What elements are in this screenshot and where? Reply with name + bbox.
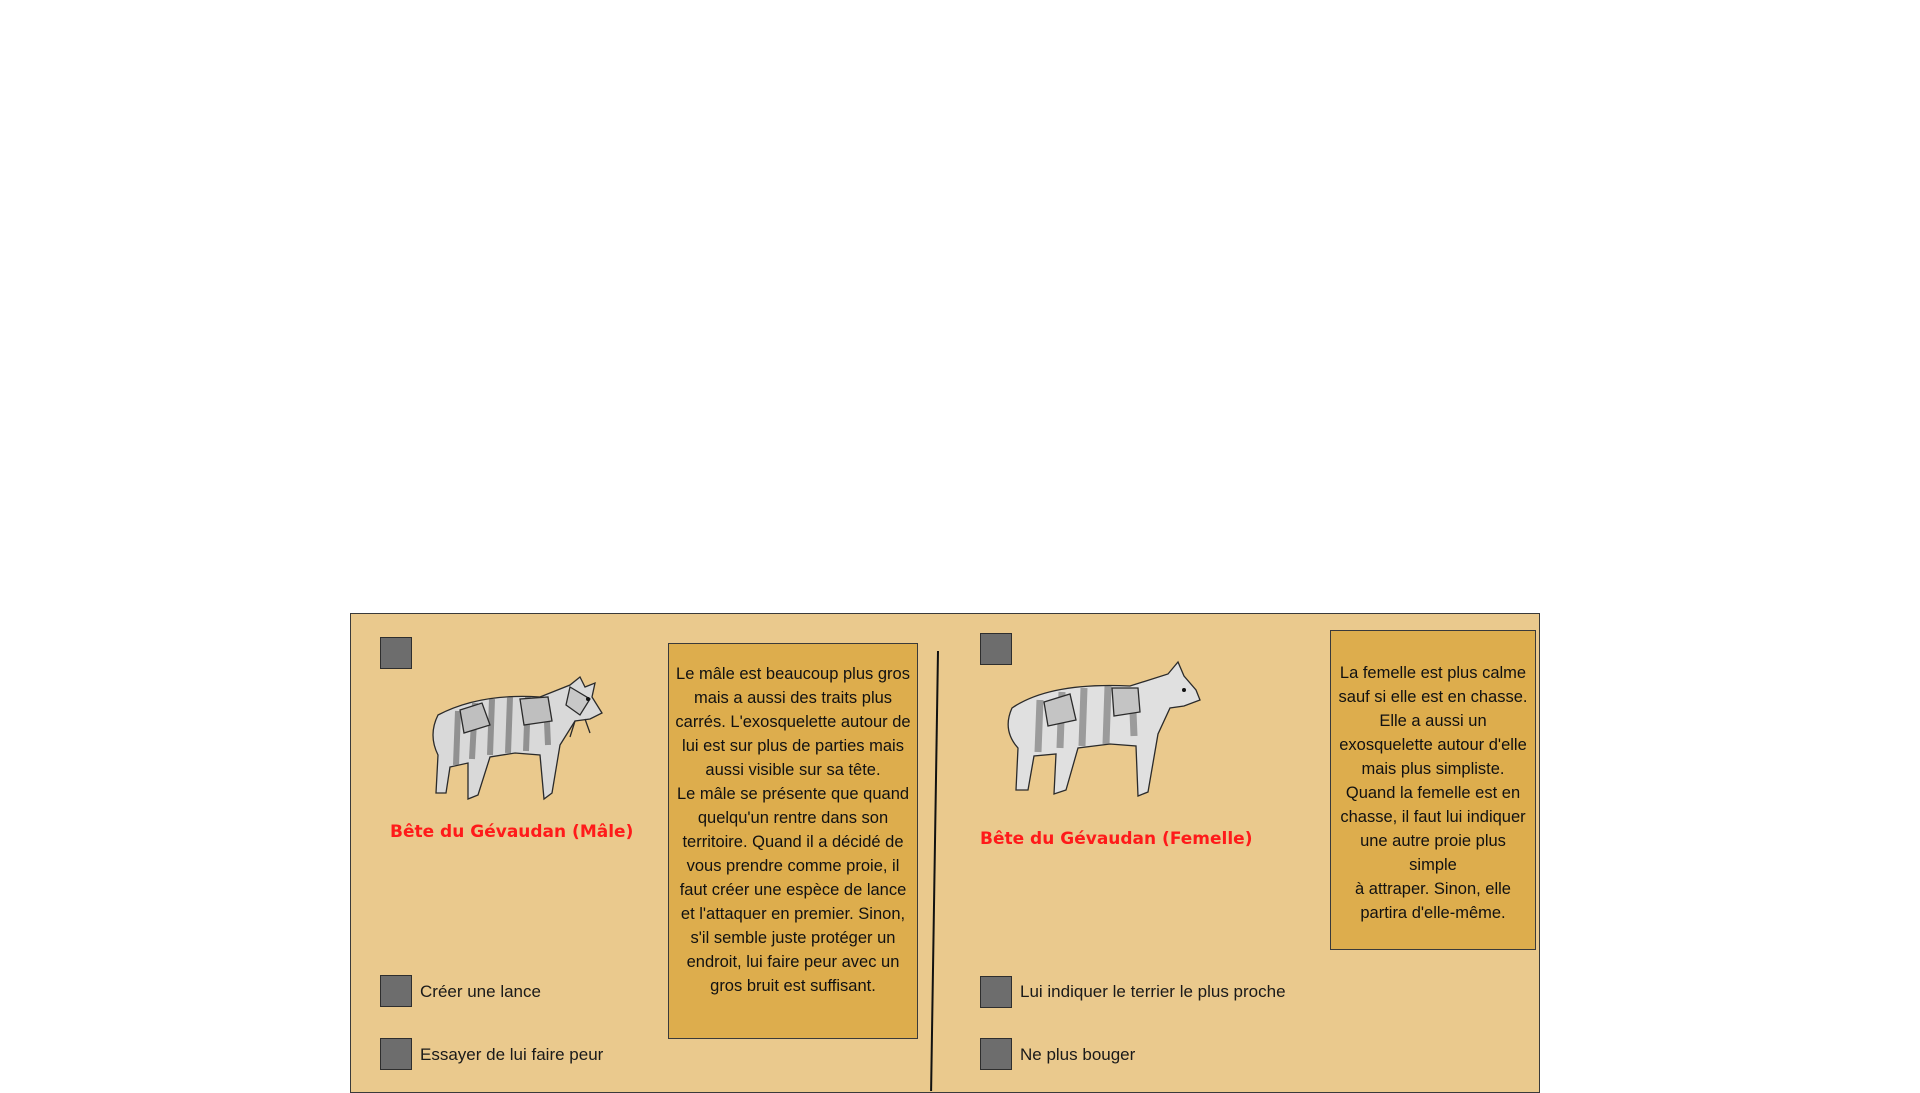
female-option-1-checkbox[interactable] [980, 976, 1012, 1008]
male-option-1-checkbox[interactable] [380, 975, 412, 1007]
female-option-2-label[interactable]: Ne plus bouger [1020, 1045, 1135, 1065]
male-option-2-checkbox[interactable] [380, 1038, 412, 1070]
male-title: Bête du Gévaudan (Mâle) [390, 822, 634, 842]
male-beast-image [432, 675, 603, 801]
male-option-2-label[interactable]: Essayer de lui faire peur [420, 1045, 603, 1065]
female-option-1-label[interactable]: Lui indiquer le terrier le plus proche [1020, 982, 1286, 1002]
female-option-2-checkbox[interactable] [980, 1038, 1012, 1070]
female-title: Bête du Gévaudan (Femelle) [980, 829, 1253, 849]
male-option-1-label[interactable]: Créer une lance [420, 982, 541, 1002]
female-beast-image [1007, 660, 1201, 797]
male-description: Le mâle est beaucoup plus gros mais a au… [668, 643, 918, 1039]
male-select-checkbox[interactable] [380, 637, 412, 669]
female-description: La femelle est plus calme sauf si elle e… [1330, 630, 1536, 950]
